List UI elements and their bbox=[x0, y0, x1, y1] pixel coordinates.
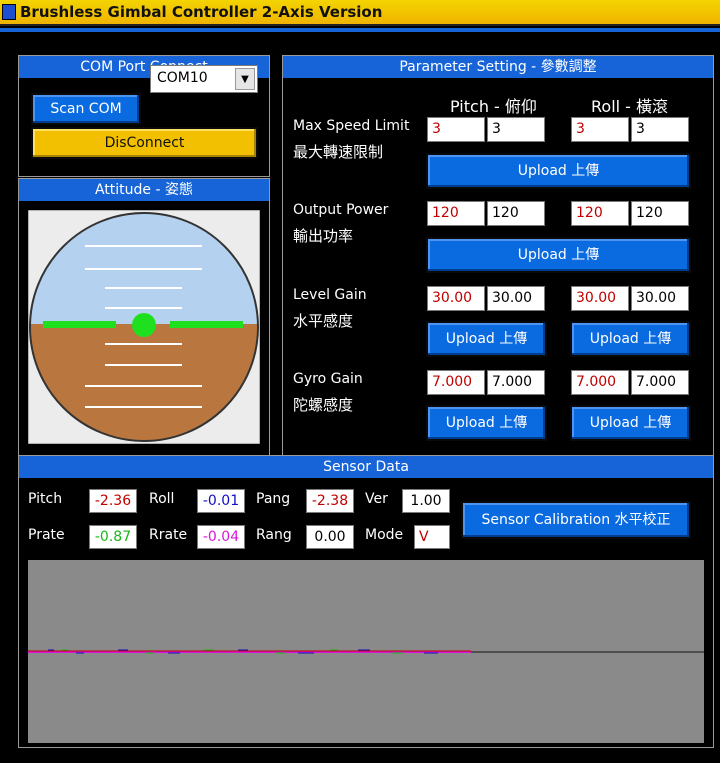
parameter-header: Parameter Setting - 參數調整 bbox=[283, 56, 713, 78]
level-gain-roll-1[interactable]: 30.00 bbox=[571, 286, 629, 311]
pitch-column-header: Pitch - 俯仰 bbox=[450, 97, 537, 116]
output-power-upload-button[interactable]: Upload 上傳 bbox=[426, 237, 691, 273]
attitude-header: Attitude - 姿態 bbox=[19, 179, 269, 201]
chevron-down-icon[interactable]: ▼ bbox=[235, 68, 255, 90]
level-gain-roll-2[interactable]: 30.00 bbox=[631, 286, 689, 311]
title-bar: Brushless Gimbal Controller 2-Axis Versi… bbox=[0, 0, 720, 26]
output-power-pitch-1[interactable]: 120 bbox=[427, 201, 485, 226]
com-port-select[interactable]: COM10 ▼ bbox=[150, 65, 258, 93]
gyro-gain-label-zh: 陀螺感度 bbox=[293, 396, 354, 414]
scan-com-button[interactable]: Scan COM bbox=[31, 93, 141, 125]
level-gain-label-zh: 水平感度 bbox=[293, 312, 354, 330]
rrate-label: Rrate bbox=[149, 527, 188, 543]
sensor-header: Sensor Data bbox=[19, 456, 713, 478]
client-area: COM Port Connect Scan COM COM10 ▼ DisCon… bbox=[0, 28, 720, 763]
max-speed-roll-2[interactable]: 3 bbox=[631, 117, 689, 142]
prate-label: Prate bbox=[28, 527, 65, 543]
max-speed-pitch-2[interactable]: 3 bbox=[487, 117, 545, 142]
pitch-value: -2.36 bbox=[89, 489, 137, 513]
app-icon bbox=[2, 4, 16, 20]
level-gain-pitch-upload-button[interactable]: Upload 上傳 bbox=[426, 321, 547, 357]
gyro-gain-roll-upload-button[interactable]: Upload 上傳 bbox=[570, 405, 691, 441]
com-port-value: COM10 bbox=[157, 70, 208, 86]
ver-label: Ver bbox=[365, 491, 388, 507]
pang-value: -2.38 bbox=[306, 489, 354, 513]
roll-label: Roll bbox=[149, 491, 175, 507]
gyro-gain-roll-1[interactable]: 7.000 bbox=[571, 370, 629, 395]
max-speed-pitch-1[interactable]: 3 bbox=[427, 117, 485, 142]
roll-value: -0.01 bbox=[197, 489, 245, 513]
max-speed-roll-1[interactable]: 3 bbox=[571, 117, 629, 142]
aircraft-center-dot bbox=[132, 313, 156, 337]
max-speed-label: Max Speed Limit bbox=[293, 118, 410, 134]
max-speed-upload-button[interactable]: Upload 上傳 bbox=[426, 153, 691, 189]
mode-label: Mode bbox=[365, 527, 404, 543]
gyro-gain-pitch-2[interactable]: 7.000 bbox=[487, 370, 545, 395]
output-power-roll-2[interactable]: 120 bbox=[631, 201, 689, 226]
pitch-label: Pitch bbox=[28, 491, 63, 507]
gyro-gain-roll-2[interactable]: 7.000 bbox=[631, 370, 689, 395]
level-gain-pitch-2[interactable]: 30.00 bbox=[487, 286, 545, 311]
sensor-calibration-button[interactable]: Sensor Calibration 水平校正 bbox=[461, 501, 691, 539]
output-power-label-zh: 輸出功率 bbox=[293, 227, 354, 245]
gyro-gain-pitch-upload-button[interactable]: Upload 上傳 bbox=[426, 405, 547, 441]
prate-value: -0.87 bbox=[89, 525, 137, 549]
gyro-gain-pitch-1[interactable]: 7.000 bbox=[427, 370, 485, 395]
horizon-left-bar bbox=[43, 321, 116, 328]
level-gain-pitch-1[interactable]: 30.00 bbox=[427, 286, 485, 311]
max-speed-label-zh: 最大轉速限制 bbox=[293, 143, 384, 161]
roll-column-header: Roll - 橫滾 bbox=[591, 97, 669, 116]
output-power-label: Output Power bbox=[293, 202, 389, 218]
sensor-graph bbox=[28, 560, 704, 743]
rang-value: 0.00 bbox=[306, 525, 354, 549]
level-gain-label: Level Gain bbox=[293, 287, 367, 303]
level-gain-roll-upload-button[interactable]: Upload 上傳 bbox=[570, 321, 691, 357]
mode-value: V bbox=[414, 525, 450, 549]
rrate-value: -0.04 bbox=[197, 525, 245, 549]
pang-label: Pang bbox=[256, 491, 291, 507]
output-power-roll-1[interactable]: 120 bbox=[571, 201, 629, 226]
attitude-indicator bbox=[28, 210, 260, 444]
window-title: Brushless Gimbal Controller 2-Axis Versi… bbox=[20, 3, 383, 21]
output-power-pitch-2[interactable]: 120 bbox=[487, 201, 545, 226]
disconnect-button[interactable]: DisConnect bbox=[31, 127, 258, 159]
ver-value: 1.00 bbox=[402, 489, 450, 513]
gyro-gain-label: Gyro Gain bbox=[293, 371, 363, 387]
rang-label: Rang bbox=[256, 527, 292, 543]
horizon-right-bar bbox=[170, 321, 243, 328]
